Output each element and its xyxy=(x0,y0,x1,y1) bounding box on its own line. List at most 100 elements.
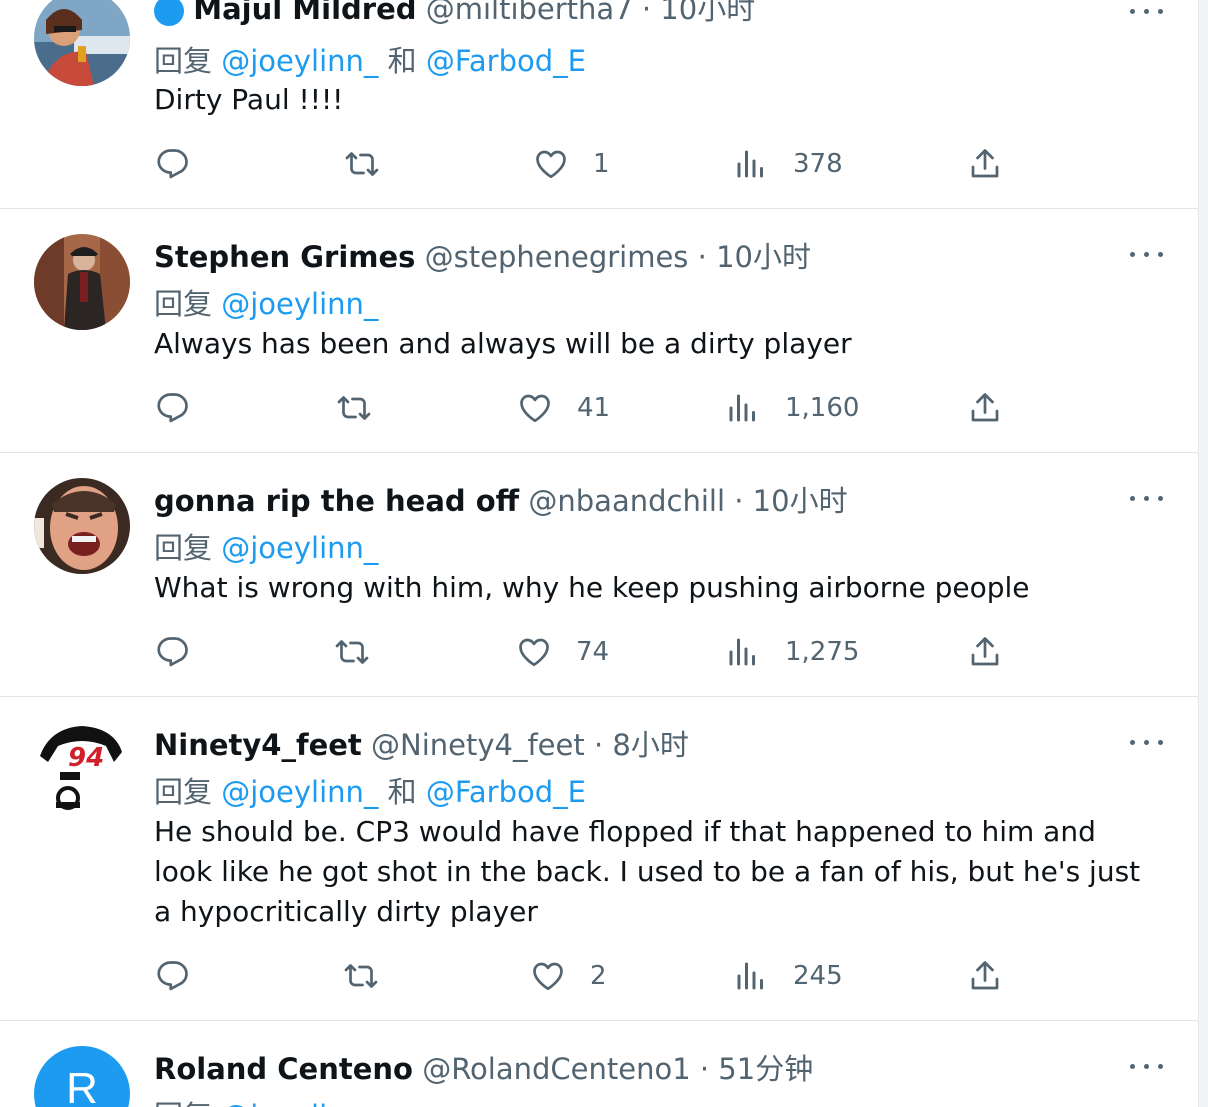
author-line: Roland Centeno @RolandCenteno1 · 51分钟 xyxy=(154,1046,813,1088)
author-handle[interactable]: @Ninety4_feet xyxy=(371,728,585,762)
author-name[interactable]: Ninety4_feet xyxy=(154,728,362,762)
like-icon xyxy=(536,150,566,179)
share-icon xyxy=(971,149,999,178)
like-button[interactable]: 2 xyxy=(530,956,607,996)
views-icon xyxy=(729,394,755,422)
reply-context: 回复 @joeylinn_ xyxy=(154,1093,378,1107)
author-handle[interactable]: @miltibertha7 xyxy=(426,0,633,26)
like-count: 2 xyxy=(590,961,607,991)
more-icon[interactable] xyxy=(1130,249,1164,259)
reply-prefix: 回复 xyxy=(154,287,213,321)
tweet-text: Always has been and always will be a dir… xyxy=(154,327,852,360)
tweet-time[interactable]: · 10小时 xyxy=(734,484,847,518)
like-count: 1 xyxy=(593,149,610,179)
view-count: 378 xyxy=(793,149,843,179)
like-icon xyxy=(520,394,550,423)
like-button[interactable]: 41 xyxy=(517,388,610,428)
tweet-item[interactable]: Stephen Grimes @stephenegrimes · 10小时 回复… xyxy=(0,209,1198,453)
author-line: Ninety4_feet @Ninety4_feet · 8小时 xyxy=(154,722,689,764)
author-handle[interactable]: @nbaandchill xyxy=(528,484,725,518)
reply-context: 回复 @joeylinn_ xyxy=(154,525,378,567)
more-icon[interactable] xyxy=(1130,493,1164,503)
avatar-letter: R xyxy=(66,1064,98,1107)
avatar[interactable] xyxy=(34,478,130,574)
views-icon xyxy=(737,962,763,990)
tweet-time[interactable]: · 51分钟 xyxy=(700,1052,813,1086)
more-icon[interactable] xyxy=(1130,6,1164,16)
avatar-photo-icon xyxy=(34,0,130,86)
tweet-item[interactable]: 94 Ninety4_feet @Ninety4_feet · 8小时 回复 @… xyxy=(0,697,1198,1021)
avatar[interactable]: 94 xyxy=(34,722,130,818)
reply-icon xyxy=(157,393,188,423)
share-button[interactable] xyxy=(967,632,1003,672)
avatar[interactable] xyxy=(34,0,130,86)
like-button[interactable]: 74 xyxy=(516,632,609,672)
more-icon[interactable] xyxy=(1130,1061,1164,1071)
tweet-item[interactable]: gonna rip the head off @nbaandchill · 10… xyxy=(0,453,1198,697)
author-handle[interactable]: @stephenegrimes xyxy=(425,240,689,274)
share-button[interactable] xyxy=(967,956,1003,996)
reply-context: 回复 @joeylinn_ 和 @Farbod_E xyxy=(154,38,586,80)
retweet-icon xyxy=(337,396,371,420)
mention-link[interactable]: @joeylinn_ xyxy=(221,775,378,809)
share-icon xyxy=(971,393,999,422)
mention-link[interactable]: @joeylinn_ xyxy=(221,531,378,565)
reply-prefix: 回复 xyxy=(154,531,213,565)
reply-button[interactable] xyxy=(155,388,191,428)
reply-prefix: 回复 xyxy=(154,1099,212,1107)
share-button[interactable] xyxy=(967,388,1003,428)
tweet-item[interactable]: Majul Mildred @miltibertha7 · 10小时 回复 @j… xyxy=(0,0,1198,209)
reply-prefix: 回复 xyxy=(154,775,213,809)
retweet-icon xyxy=(335,640,369,664)
scrollbar[interactable] xyxy=(1198,0,1208,1107)
reply-prefix: 回复 xyxy=(154,44,213,78)
share-icon xyxy=(971,961,999,990)
mention-link[interactable]: @Farbod_E xyxy=(426,44,586,78)
views-button[interactable]: 1,160 xyxy=(725,388,859,428)
mention-link[interactable]: @joeylinn_ xyxy=(221,1099,378,1107)
author-handle[interactable]: @RolandCenteno1 xyxy=(422,1052,690,1086)
like-icon xyxy=(533,962,563,991)
author-name[interactable]: Majul Mildred xyxy=(193,0,416,26)
retweet-button[interactable] xyxy=(344,144,380,184)
like-count: 41 xyxy=(577,393,611,423)
avatar[interactable]: R xyxy=(34,1046,130,1107)
retweet-button[interactable] xyxy=(343,956,379,996)
views-button[interactable]: 378 xyxy=(733,144,843,184)
views-button[interactable]: 245 xyxy=(733,956,843,996)
author-name[interactable]: gonna rip the head off xyxy=(154,484,519,518)
mention-link[interactable]: @joeylinn_ xyxy=(221,44,378,78)
mention-link[interactable]: @joeylinn_ xyxy=(221,287,378,321)
tweet-time[interactable]: · 8小时 xyxy=(594,728,689,762)
reply-icon xyxy=(157,961,188,991)
avatar[interactable] xyxy=(34,234,130,330)
author-name[interactable]: Roland Centeno xyxy=(154,1052,413,1086)
retweet-button[interactable] xyxy=(336,388,372,428)
reply-button[interactable] xyxy=(155,144,191,184)
tweet-time[interactable]: · 10小时 xyxy=(698,240,811,274)
tweet-text: What is wrong with him, why he keep push… xyxy=(154,571,1030,604)
author-name[interactable]: Stephen Grimes xyxy=(154,240,415,274)
avatar-logo-icon: 94 xyxy=(34,722,130,818)
retweet-button[interactable] xyxy=(334,632,370,672)
reply-button[interactable] xyxy=(155,632,191,672)
reply-button[interactable] xyxy=(155,956,191,996)
share-button[interactable] xyxy=(967,144,1003,184)
reply-context: 回复 @joeylinn_ xyxy=(154,281,378,323)
tweet-item[interactable]: R Roland Centeno @RolandCenteno1 · 51分钟 … xyxy=(0,1021,1198,1107)
share-icon xyxy=(971,637,999,666)
like-icon xyxy=(519,638,549,667)
views-button[interactable]: 1,275 xyxy=(725,632,859,672)
avatar-photo-icon xyxy=(34,234,130,330)
author-line: gonna rip the head off @nbaandchill · 10… xyxy=(154,478,848,520)
reply-icon xyxy=(157,637,188,667)
like-button[interactable]: 1 xyxy=(533,144,610,184)
verified-icon xyxy=(154,0,184,26)
views-icon xyxy=(729,638,755,666)
more-icon[interactable] xyxy=(1130,737,1164,747)
retweet-icon xyxy=(344,964,378,988)
tweet-time[interactable]: · 10小时 xyxy=(642,0,755,26)
tweet-text: He should be. CP3 would have flopped if … xyxy=(154,815,1141,928)
avatar-photo-icon xyxy=(34,478,130,574)
mention-link[interactable]: @Farbod_E xyxy=(426,775,586,809)
